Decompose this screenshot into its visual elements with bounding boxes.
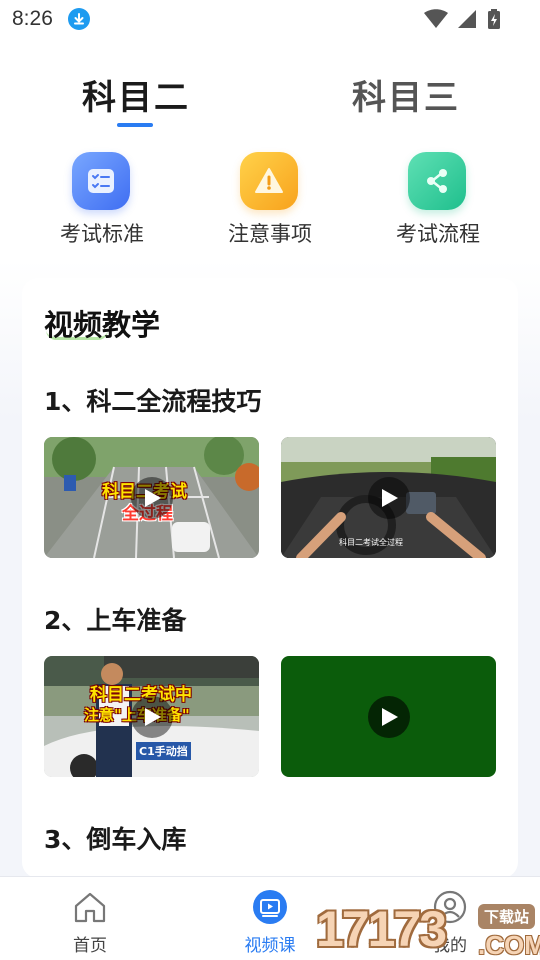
- section-title: 3、倒车入库: [44, 825, 187, 854]
- notes-button[interactable]: 注意事项: [200, 150, 340, 250]
- subject-tabs: 科目二 科目三: [0, 70, 540, 130]
- quick-actions: 考试标准 注意事项 考试流程: [0, 150, 540, 250]
- signal-icon: [458, 10, 476, 28]
- play-icon[interactable]: [367, 476, 410, 519]
- watermark-tag: 下载站: [478, 904, 536, 929]
- tab-ke-er[interactable]: 科目二: [82, 70, 190, 119]
- battery-charging-icon: [488, 9, 500, 29]
- section-title: 1、科二全流程技巧: [44, 387, 262, 416]
- thumbnail-badge: C1手动挡: [136, 742, 191, 760]
- exam-process-button[interactable]: 考试流程: [368, 150, 508, 250]
- section-title: 2、上车准备: [44, 606, 187, 635]
- warning-icon: [240, 152, 298, 210]
- card-title: 视频教学: [44, 308, 161, 342]
- video-thumbnail[interactable]: 科目二考试全过程: [281, 437, 496, 558]
- notes-label: 注意事项: [228, 222, 312, 246]
- status-time: 8:26: [12, 7, 53, 30]
- tab-ke-san[interactable]: 科目三: [352, 70, 460, 119]
- exam-standard-label: 考试标准: [60, 222, 144, 246]
- exam-process-label: 考试流程: [396, 222, 480, 246]
- play-icon[interactable]: [130, 695, 173, 738]
- home-icon: [74, 892, 106, 923]
- app-screen: 8:26 科目二 科目三 考试标准 注意事项 考试流程 视频教学 1、科二全流程…: [0, 0, 540, 960]
- checklist-icon: [72, 152, 130, 210]
- thumbnail-caption: 科目二考试全过程: [339, 538, 403, 547]
- play-icon[interactable]: [367, 695, 410, 738]
- nav-home-label: 首页: [73, 936, 107, 956]
- nav-home[interactable]: 首页: [30, 877, 150, 960]
- video-icon: [253, 890, 287, 924]
- watermark-domain: .COM: [478, 930, 540, 960]
- active-tab-indicator: [117, 123, 153, 127]
- nav-video[interactable]: 视频课: [210, 877, 330, 960]
- video-thumbnail[interactable]: 科目二考试 全过程: [44, 437, 259, 558]
- wifi-icon: [424, 9, 448, 28]
- download-icon: [68, 8, 90, 30]
- share-icon: [408, 152, 466, 210]
- video-teaching-card: 视频教学 1、科二全流程技巧 科目二考试 全过程: [22, 278, 518, 878]
- video-thumbnail[interactable]: [281, 656, 496, 777]
- status-bar: 8:26: [0, 0, 540, 40]
- nav-video-label: 视频课: [244, 936, 296, 956]
- exam-standard-button[interactable]: 考试标准: [32, 150, 172, 250]
- site-watermark: 17173 下载站 .COM: [316, 900, 540, 960]
- video-thumbnail[interactable]: 科目二考试中 注意"上车准备" C1手动挡: [44, 656, 259, 777]
- watermark-logo: 17173: [316, 901, 447, 957]
- play-icon[interactable]: [130, 476, 173, 519]
